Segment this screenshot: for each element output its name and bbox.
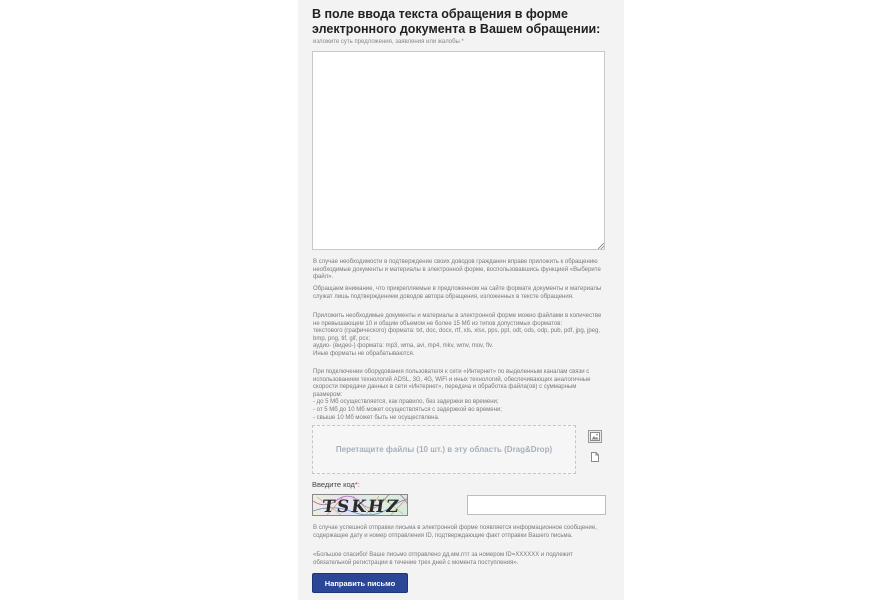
speed-line-2: - от 5 Мб до 10 Мб может осуществляться …	[313, 406, 502, 413]
image-icon[interactable]	[588, 430, 602, 443]
confirmation-example: «Большое спасибо! Ваше письмо отправлено…	[313, 552, 573, 566]
speed-line-1: - до 5 Мб осуществляется, как правило, б…	[313, 399, 499, 406]
formats-text-graphic: текстового (графического) формата: txt, …	[313, 328, 601, 342]
message-textarea[interactable]	[312, 51, 605, 250]
attach-info: В случае необходимости в подтверждение с…	[313, 259, 601, 281]
captcha-label-text: Введите код	[312, 480, 355, 489]
send-letter-button[interactable]: Направить письмо	[312, 573, 408, 593]
file-drop-zone[interactable]: Перетащите файлы (10 шт.) в эту область …	[312, 425, 576, 474]
captcha-label: Введите код*:	[312, 480, 360, 489]
message-hint: изложите суть предложения, заявления или…	[313, 39, 464, 45]
attach-notice: Обращаем внимание, что прикрепляемые в п…	[313, 286, 602, 300]
document-icon[interactable]	[591, 449, 599, 462]
formats-other: Иные форматы не обрабатываются.	[313, 350, 415, 357]
drop-zone-label: Перетащите файлы (10 шт.) в эту область …	[335, 445, 553, 454]
formats-audio-video: аудио- (видео-) формата: mp3, wma, avi, …	[313, 343, 494, 350]
speed-intro: При подключении оборудования пользовател…	[313, 369, 591, 398]
captcha-input[interactable]	[467, 495, 606, 515]
captcha-image: TSKHZ	[312, 494, 408, 516]
speed-info: При подключении оборудования пользовател…	[313, 369, 605, 422]
required-mark: *:	[354, 480, 360, 489]
formats-info: Приложить необходимые документы и матери…	[313, 313, 605, 359]
speed-line-3: - свыше 10 Мб может быть не осуществлена…	[313, 414, 440, 421]
form-heading: В поле ввода текста обращения в форме эл…	[312, 7, 601, 36]
after-send-info: В случае успешной отправки письма в элек…	[313, 525, 597, 539]
formats-intro: Приложить необходимые документы и матери…	[313, 313, 602, 327]
captcha-text: TSKHZ	[321, 497, 402, 516]
